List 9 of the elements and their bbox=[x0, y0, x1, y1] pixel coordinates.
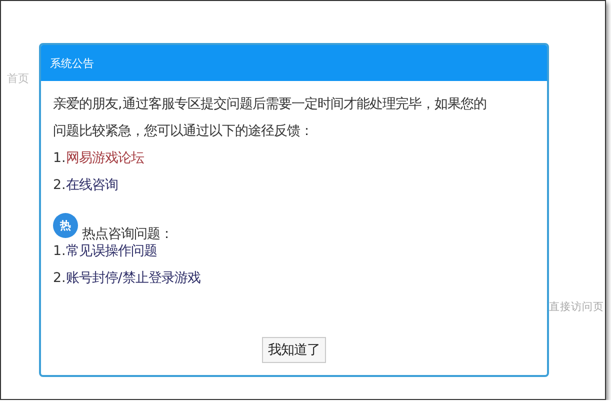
dialog-title: 系统公告 bbox=[50, 56, 94, 70]
hot-heading: 热点咨询问题： bbox=[82, 226, 173, 244]
question-link[interactable]: 2.账号封停/禁止登录游戏 bbox=[53, 265, 535, 292]
hot-badge: 热 bbox=[53, 213, 78, 238]
channel-link[interactable]: 1.网易游戏论坛 bbox=[53, 145, 535, 172]
channel-link[interactable]: 2.在线咨询 bbox=[53, 172, 535, 199]
page-text: 直接访问页 bbox=[549, 300, 604, 314]
confirm-button[interactable]: 我知道了 bbox=[262, 337, 326, 363]
message-text: 亲爱的朋友,通过客服专区提交问题后需要一定时间才能处理完毕，如果您的问题比较紧急，您可以通过以下的途径反馈： bbox=[53, 96, 488, 141]
